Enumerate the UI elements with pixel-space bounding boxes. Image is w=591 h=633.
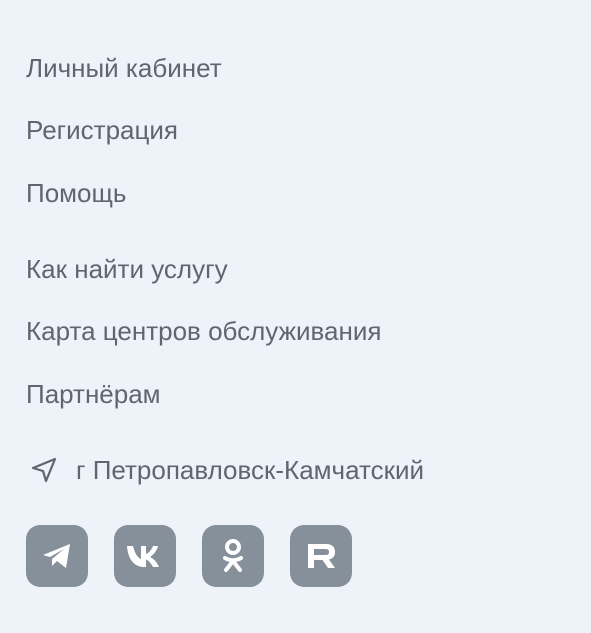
location-arrow-icon <box>30 456 58 484</box>
vk-icon <box>125 543 165 569</box>
link-service-centers-map[interactable]: Карта центров обслуживания <box>26 315 381 347</box>
link-how-to-find-service[interactable]: Как найти услугу <box>26 253 228 285</box>
telegram-icon <box>39 538 75 574</box>
odnoklassniki-button[interactable] <box>202 525 264 587</box>
rutube-icon <box>304 541 338 571</box>
location-city: г Петропавловск-Камчатский <box>76 455 425 485</box>
link-personal-account[interactable]: Личный кабинет <box>26 52 222 84</box>
odnoklassniki-icon <box>218 537 248 575</box>
link-help[interactable]: Помощь <box>26 177 126 209</box>
vk-button[interactable] <box>114 525 176 587</box>
link-registration[interactable]: Регистрация <box>26 114 178 146</box>
link-partners[interactable]: Партнёрам <box>26 378 161 410</box>
rutube-button[interactable] <box>290 525 352 587</box>
telegram-button[interactable] <box>26 525 88 587</box>
social-links <box>26 525 352 587</box>
location-selector[interactable]: г Петропавловск-Камчатский <box>30 454 424 486</box>
